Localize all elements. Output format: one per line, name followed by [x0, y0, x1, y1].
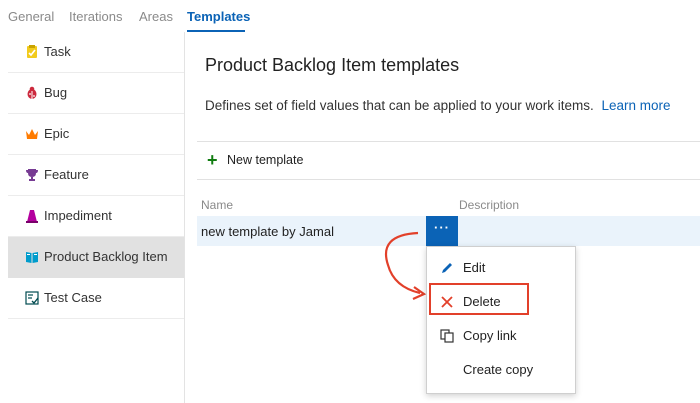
description-text: Defines set of field values that can be … — [205, 98, 594, 113]
page-description: Defines set of field values that can be … — [205, 98, 671, 113]
bug-icon — [27, 86, 37, 99]
active-tab-indicator — [187, 30, 245, 32]
tab-iterations[interactable]: Iterations — [69, 9, 122, 24]
menu-item-create-copy[interactable]: Create copy — [427, 353, 575, 387]
learn-more-link[interactable]: Learn more — [601, 98, 670, 113]
pencil-icon — [442, 263, 452, 273]
tab-general[interactable]: General — [8, 9, 54, 24]
sidebar-item-bug[interactable]: Bug — [8, 73, 184, 114]
column-header-name[interactable]: Name — [201, 198, 233, 212]
page-title: Product Backlog Item templates — [205, 55, 460, 75]
sidebar-item-feature[interactable]: Feature — [8, 155, 184, 196]
sidebar-item-product-backlog-item[interactable]: Product Backlog Item — [8, 237, 184, 278]
test-case-icon — [25, 291, 39, 305]
sidebar-item-impediment[interactable]: Impediment — [8, 196, 184, 237]
sidebar-item-label: Task — [44, 44, 71, 59]
work-item-type-sidebar: Task Bug Epic Feature Impediment Product… — [0, 32, 185, 403]
sidebar-item-label: Feature — [44, 167, 89, 182]
settings-tabs: General Iterations Areas Templates — [0, 0, 700, 32]
context-menu: Edit Delete Copy link Create copy — [426, 246, 576, 394]
menu-item-label: Create copy — [463, 362, 534, 377]
book-icon — [26, 252, 38, 263]
crown-icon — [26, 129, 38, 139]
task-icon — [27, 45, 37, 58]
tab-templates[interactable]: Templates — [187, 9, 250, 24]
new-template-label: New template — [227, 153, 304, 167]
sidebar-item-label: Test Case — [44, 290, 102, 305]
tab-areas[interactable]: Areas — [139, 9, 173, 24]
menu-item-copy-link[interactable]: Copy link — [427, 319, 575, 353]
sidebar-item-label: Product Backlog Item — [44, 249, 168, 264]
menu-item-label: Copy link — [463, 328, 517, 343]
trophy-icon — [26, 169, 38, 181]
column-header-description[interactable]: Description — [459, 198, 519, 212]
menu-item-label: Edit — [463, 260, 486, 275]
sidebar-item-label: Epic — [44, 126, 70, 141]
template-name: new template by Jamal — [201, 224, 334, 239]
divider — [197, 141, 700, 142]
sidebar-item-epic[interactable]: Epic — [8, 114, 184, 155]
delete-highlight-box — [429, 283, 529, 315]
impediment-icon — [26, 210, 38, 223]
divider — [197, 179, 700, 180]
sidebar-item-test-case[interactable]: Test Case — [8, 278, 184, 319]
sidebar-item-label: Impediment — [44, 208, 112, 223]
sidebar-item-label: Bug — [44, 85, 68, 100]
sidebar-item-task[interactable]: Task — [8, 32, 184, 73]
plus-icon: + — [207, 150, 218, 170]
menu-item-edit[interactable]: Edit — [427, 251, 575, 285]
copy-link-icon — [440, 329, 454, 343]
